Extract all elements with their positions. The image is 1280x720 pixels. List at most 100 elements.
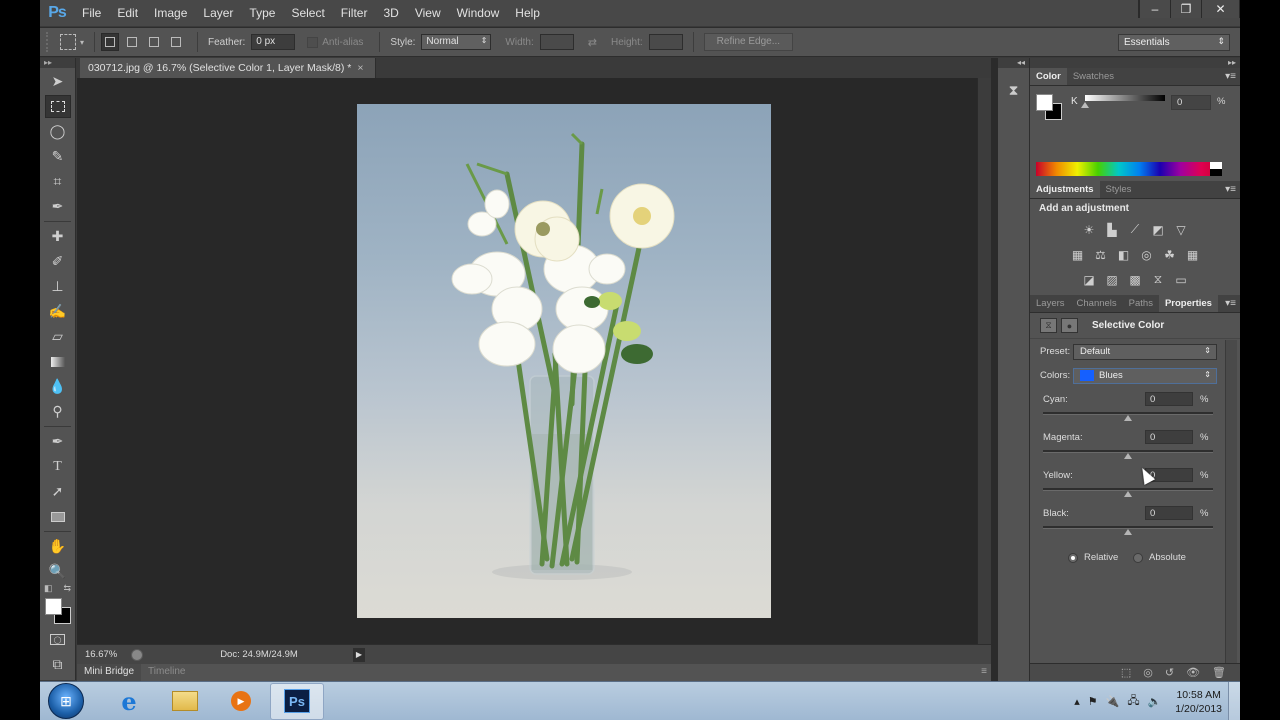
- close-button[interactable]: ✕: [1201, 0, 1239, 18]
- taskbar-media-player[interactable]: ▶: [214, 683, 268, 720]
- volume-icon[interactable]: 🔈: [1148, 695, 1162, 708]
- new-selection-icon[interactable]: [101, 33, 120, 51]
- expand-toolbox-icon[interactable]: ▸▸: [40, 58, 75, 68]
- black-white-icon[interactable]: ◧: [1115, 246, 1132, 263]
- taskbar-internet-explorer[interactable]: e: [102, 683, 156, 720]
- color-spectrum-ramp[interactable]: [1036, 162, 1222, 176]
- brightness-contrast-icon[interactable]: ☀: [1081, 221, 1098, 238]
- cyan-slider-thumb[interactable]: [1124, 415, 1132, 421]
- zoom-level-field[interactable]: 16.67%: [77, 649, 125, 660]
- document-tab[interactable]: 030712.jpg @ 16.7% (Selective Color 1, L…: [80, 58, 376, 78]
- tab-layers[interactable]: Layers: [1030, 295, 1071, 312]
- power-icon[interactable]: 🔌: [1106, 695, 1120, 708]
- selective-color-icon[interactable]: ⧖: [1150, 271, 1167, 288]
- menu-layer[interactable]: Layer: [195, 0, 241, 26]
- hue-saturation-icon[interactable]: ▦: [1069, 246, 1086, 263]
- quick-mask-mode-icon[interactable]: ◯: [45, 628, 71, 651]
- curves-icon[interactable]: ⟋: [1127, 221, 1144, 238]
- black-input[interactable]: 0: [1145, 506, 1193, 520]
- magenta-slider-thumb[interactable]: [1124, 453, 1132, 459]
- view-previous-state-icon[interactable]: ◎: [1143, 666, 1153, 679]
- absolute-radio[interactable]: Absolute: [1133, 552, 1186, 563]
- close-document-icon[interactable]: ×: [357, 62, 363, 74]
- photo-filter-icon[interactable]: ◎: [1138, 246, 1155, 263]
- move-tool-icon[interactable]: ➤: [45, 70, 71, 93]
- eraser-tool-icon[interactable]: ▱: [45, 325, 71, 348]
- tab-paths[interactable]: Paths: [1123, 295, 1159, 312]
- expand-panels-icon[interactable]: ▸▸: [1030, 58, 1240, 68]
- color-balance-icon[interactable]: ⚖: [1092, 246, 1109, 263]
- k-slider-thumb[interactable]: [1081, 102, 1089, 108]
- document-image[interactable]: [357, 104, 771, 618]
- default-colors-icon[interactable]: ◧: [44, 583, 53, 594]
- minimize-button[interactable]: –: [1139, 0, 1170, 18]
- cyan-input[interactable]: 0: [1145, 392, 1193, 406]
- menu-type[interactable]: Type: [241, 0, 283, 26]
- system-clock[interactable]: 10:58 AM 1/20/2013: [1175, 688, 1222, 716]
- history-panel-icon[interactable]: ⧗: [1002, 78, 1026, 102]
- restore-button[interactable]: ❐: [1170, 0, 1201, 18]
- threshold-icon[interactable]: ▩: [1127, 271, 1144, 288]
- status-info-icon[interactable]: [131, 648, 143, 661]
- levels-icon[interactable]: ▙: [1104, 221, 1121, 238]
- menu-window[interactable]: Window: [449, 0, 508, 26]
- reset-adjustment-icon[interactable]: ↺: [1165, 666, 1174, 679]
- black-white-ramp[interactable]: [1210, 162, 1222, 176]
- menu-view[interactable]: View: [407, 0, 449, 26]
- feather-input[interactable]: 0 px: [251, 34, 296, 50]
- adjustment-settings-icon[interactable]: ⧖: [1040, 318, 1057, 333]
- antialias-checkbox[interactable]: [307, 36, 319, 48]
- menu-filter[interactable]: Filter: [333, 0, 376, 26]
- options-bar-grip[interactable]: [46, 32, 56, 52]
- tab-swatches[interactable]: Swatches: [1067, 68, 1120, 85]
- refine-edge-button[interactable]: Refine Edge...: [703, 33, 794, 51]
- panel-menu-icon[interactable]: ▾≡: [1225, 298, 1236, 309]
- spot-healing-brush-icon[interactable]: ✚: [45, 225, 71, 248]
- k-channel-input[interactable]: 0: [1171, 95, 1211, 110]
- toggle-visibility-icon[interactable]: 👁: [1186, 666, 1200, 679]
- history-brush-tool-icon[interactable]: ✍: [45, 300, 71, 323]
- foreground-color-swatch[interactable]: [1036, 94, 1053, 111]
- show-hidden-icons-icon[interactable]: ▴: [1074, 695, 1080, 708]
- zoom-tool-icon[interactable]: 🔍: [45, 560, 71, 583]
- taskbar-photoshop[interactable]: Ps: [270, 682, 324, 720]
- clone-stamp-tool-icon[interactable]: ⊥: [45, 275, 71, 298]
- menu-file[interactable]: File: [74, 0, 109, 26]
- type-tool-icon[interactable]: T: [45, 455, 71, 478]
- lasso-tool-icon[interactable]: ◯: [45, 120, 71, 143]
- tab-styles[interactable]: Styles: [1100, 181, 1138, 198]
- vibrance-icon[interactable]: ▽: [1173, 221, 1190, 238]
- magenta-input[interactable]: 0: [1145, 430, 1193, 444]
- clip-to-layer-icon[interactable]: ⬚: [1121, 666, 1131, 679]
- properties-scrollbar[interactable]: [1225, 340, 1237, 670]
- dock-divider[interactable]: [991, 58, 998, 681]
- colors-dropdown[interactable]: Blues ⇕: [1073, 368, 1217, 384]
- delete-adjustment-icon[interactable]: 🗑: [1212, 666, 1226, 679]
- height-input[interactable]: [648, 34, 683, 50]
- canvas-area[interactable]: [77, 78, 977, 644]
- canvas-vertical-scrollbar[interactable]: [977, 78, 991, 644]
- relative-radio[interactable]: Relative: [1068, 552, 1118, 563]
- layer-mask-icon[interactable]: ●: [1061, 318, 1078, 333]
- blur-tool-icon[interactable]: 💧: [45, 375, 71, 398]
- rectangular-marquee-tool-icon[interactable]: [44, 95, 71, 118]
- swap-colors-icon[interactable]: ⇆: [63, 583, 71, 594]
- action-center-flag-icon[interactable]: ⚑: [1088, 695, 1098, 708]
- k-channel-slider[interactable]: [1085, 95, 1165, 101]
- quick-selection-tool-icon[interactable]: ✎: [45, 145, 71, 168]
- path-selection-tool-icon[interactable]: ➚: [45, 480, 71, 503]
- eyedropper-tool-icon[interactable]: ✒: [45, 195, 71, 218]
- rectangle-tool-icon[interactable]: [45, 505, 71, 528]
- tab-timeline[interactable]: Timeline: [141, 664, 192, 681]
- tab-color[interactable]: Color: [1030, 68, 1067, 85]
- intersect-selection-icon[interactable]: [167, 33, 185, 51]
- brush-tool-icon[interactable]: ✐: [45, 250, 71, 273]
- subtract-from-selection-icon[interactable]: [145, 33, 163, 51]
- exposure-icon[interactable]: ◩: [1150, 221, 1167, 238]
- gradient-map-icon[interactable]: ▭: [1173, 271, 1190, 288]
- panel-menu-icon[interactable]: ▾≡: [1225, 71, 1236, 82]
- tab-mini-bridge[interactable]: Mini Bridge: [77, 664, 142, 681]
- preset-dropdown[interactable]: Default ⇕: [1073, 344, 1217, 360]
- tab-adjustments[interactable]: Adjustments: [1030, 181, 1100, 198]
- workspace-dropdown[interactable]: Essentials ⇕: [1118, 34, 1230, 51]
